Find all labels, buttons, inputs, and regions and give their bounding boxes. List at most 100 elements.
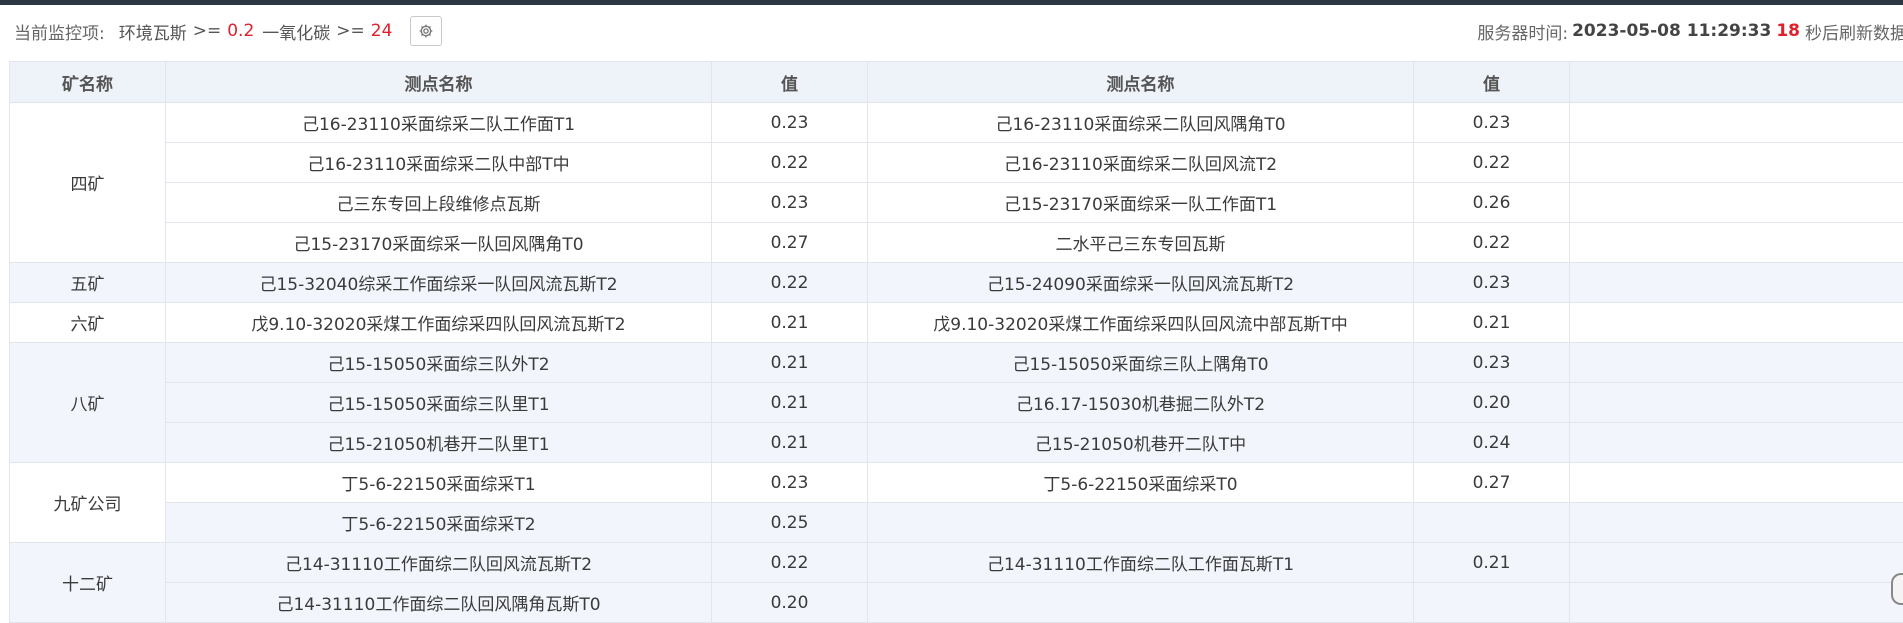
value-cell: 0.21 xyxy=(711,382,868,423)
overflow-cell xyxy=(1569,182,1903,223)
monitor-table-container[interactable]: 矿名称 测点名称 值 测点名称 值 四矿 己16-23110采面综采二队工作面T… xyxy=(9,61,1903,623)
value-cell: 0.23 xyxy=(1413,342,1570,383)
value-cell: 0.23 xyxy=(1413,262,1570,303)
point-name-cell: 己15-24090采面综采一队回风流瓦斯T2 xyxy=(867,262,1414,303)
value-cell: 0.22 xyxy=(711,542,868,583)
point-name-cell: 戊9.10-32020采煤工作面综采四队回风流瓦斯T2 xyxy=(165,302,712,343)
value-cell xyxy=(1413,582,1570,623)
point-name-cell: 己15-23170采面综采一队工作面T1 xyxy=(867,182,1414,223)
monitor-item-co-operator: >= xyxy=(336,21,365,41)
value-cell: 0.24 xyxy=(1413,422,1570,463)
point-name-cell: 丁5-6-22150采面综采T2 xyxy=(165,502,712,543)
settings-button[interactable] xyxy=(410,16,443,46)
monitor-item-gas-name: 环境瓦斯 xyxy=(118,23,187,44)
table-row: 四矿 己16-23110采面综采二队工作面T1 0.23 己16-23110采面… xyxy=(9,102,1903,263)
point-name-cell xyxy=(867,582,1414,623)
overflow-cell xyxy=(1569,142,1903,183)
value-cell: 0.25 xyxy=(711,502,868,543)
overflow-cell xyxy=(1569,342,1903,383)
value-cell: 0.21 xyxy=(711,422,868,463)
mine-name-cell: 五矿 xyxy=(9,262,166,303)
overflow-cell xyxy=(1569,262,1903,303)
monitor-item-gas-threshold: 0.2 xyxy=(227,21,255,41)
monitor-item-co-threshold: 24 xyxy=(370,21,393,41)
value-cell: 0.22 xyxy=(1413,142,1570,183)
point-name-cell: 己16-23110采面综采二队中部T中 xyxy=(165,142,712,183)
mine-name-cell: 十二矿 xyxy=(9,542,166,623)
value-cell: 0.21 xyxy=(711,302,868,343)
refresh-countdown: 18 xyxy=(1776,21,1800,41)
value-cell: 0.23 xyxy=(711,462,868,503)
value-cell: 0.22 xyxy=(711,262,868,303)
point-name-cell: 己15-15050采面综三队里T1 xyxy=(165,382,712,423)
point-name-cell: 己15-21050机巷开二队T中 xyxy=(867,422,1414,463)
monitor-table: 矿名称 测点名称 值 测点名称 值 四矿 己16-23110采面综采二队工作面T… xyxy=(9,61,1903,623)
column-header-point-name-1: 测点名称 xyxy=(165,61,712,103)
value-cell: 0.27 xyxy=(711,222,868,263)
column-header-mine: 矿名称 xyxy=(9,61,166,103)
table-row: 六矿 戊9.10-32020采煤工作面综采四队回风流瓦斯T2 0.21 戊9.1… xyxy=(9,302,1903,343)
overflow-cell xyxy=(1569,422,1903,463)
value-cell: 0.23 xyxy=(711,102,868,143)
point-name-cell: 戊9.10-32020采煤工作面综采四队回风流中部瓦斯T中 xyxy=(867,302,1414,343)
table-row: 丁5-6-22150采面综采T2 0.25 xyxy=(10,502,1903,543)
table-row: 己14-31110工作面综二队回风隅角瓦斯T0 0.20 xyxy=(10,582,1903,623)
value-cell: 0.21 xyxy=(1413,302,1570,343)
monitor-items: 当前监控项: 环境瓦斯 >= 0.2 一氧化碳 >= 24 xyxy=(14,5,443,57)
value-cell: 0.20 xyxy=(1413,382,1570,423)
point-name-cell: 己16-23110采面综采二队回风隅角T0 xyxy=(867,102,1414,143)
overflow-cell xyxy=(1569,222,1903,263)
mine-name-cell: 九矿公司 xyxy=(9,462,166,543)
overflow-cell xyxy=(1569,502,1903,543)
point-name-cell: 己15-15050采面综三队外T2 xyxy=(165,342,712,383)
gear-icon xyxy=(420,24,433,38)
point-name-cell: 己15-23170采面综采一队回风隅角T0 xyxy=(165,222,712,263)
overflow-cell xyxy=(1569,582,1903,623)
overflow-cell xyxy=(1569,102,1903,143)
table-row: 己16-23110采面综采二队中部T中 0.22 己16-23110采面综采二队… xyxy=(10,142,1903,183)
column-header-value-1: 值 xyxy=(711,61,868,103)
table-row: 八矿 己15-15050采面综三队外T2 0.21 己15-15050采面综三队… xyxy=(9,342,1903,463)
value-cell: 0.22 xyxy=(1413,222,1570,263)
column-header-point-name-2: 测点名称 xyxy=(867,61,1414,103)
column-header-overflow xyxy=(1569,61,1903,103)
mine-name-cell: 六矿 xyxy=(9,302,166,343)
point-name-cell: 己14-31110工作面综二队回风流瓦斯T2 xyxy=(165,542,712,583)
point-name-cell: 己16-23110采面综采二队回风流T2 xyxy=(867,142,1414,183)
monitor-item-gas-operator: >= xyxy=(192,21,222,41)
point-name-cell: 己14-31110工作面综二队工作面瓦斯T1 xyxy=(867,542,1414,583)
scroll-handle[interactable] xyxy=(1891,573,1903,605)
point-name-cell: 己16-23110采面综采二队工作面T1 xyxy=(165,102,712,143)
point-name-cell: 己15-15050采面综三队上隅角T0 xyxy=(867,342,1414,383)
server-time-label: 服务器时间: xyxy=(1477,23,1569,44)
overflow-cell xyxy=(1569,542,1903,583)
overflow-cell xyxy=(1569,462,1903,503)
table-row: 五矿 己15-32040综采工作面综采一队回风流瓦斯T2 0.22 己15-24… xyxy=(9,262,1903,303)
table-row: 己三东专回上段维修点瓦斯 0.23 己15-23170采面综采一队工作面T1 0… xyxy=(10,182,1903,223)
point-name-cell: 己三东专回上段维修点瓦斯 xyxy=(165,182,712,223)
table-header-row: 矿名称 测点名称 值 测点名称 值 xyxy=(9,61,1903,103)
monitor-label: 当前监控项: xyxy=(14,23,105,44)
value-cell: 0.23 xyxy=(711,182,868,223)
table-row: 己15-23170采面综采一队回风隅角T0 0.27 二水平己三东专回瓦斯 0.… xyxy=(10,222,1903,263)
value-cell: 0.27 xyxy=(1413,462,1570,503)
refresh-text: 秒后刷新数据 xyxy=(1805,23,1903,44)
mine-name-cell: 四矿 xyxy=(9,102,166,263)
column-header-value-2: 值 xyxy=(1413,61,1570,103)
header-bar: 当前监控项: 环境瓦斯 >= 0.2 一氧化碳 >= 24 服务器时间: 202… xyxy=(0,5,1903,57)
point-name-cell: 己15-32040综采工作面综采一队回风流瓦斯T2 xyxy=(165,262,712,303)
point-name-cell: 丁5-6-22150采面综采T1 xyxy=(165,462,712,503)
point-name-cell: 己14-31110工作面综二队回风隅角瓦斯T0 xyxy=(165,582,712,623)
value-cell: 0.23 xyxy=(1413,102,1570,143)
mine-name-cell: 八矿 xyxy=(9,342,166,463)
monitor-item-co-name: 一氧化碳 xyxy=(262,23,331,44)
server-time-info: 服务器时间: 2023-05-08 11:29:33 18 秒后刷新数据 xyxy=(1477,5,1903,57)
value-cell xyxy=(1413,502,1570,543)
table-row: 己15-15050采面综三队里T1 0.21 己16.17-15030机巷掘二队… xyxy=(10,382,1903,423)
value-cell: 0.20 xyxy=(711,582,868,623)
point-name-cell xyxy=(867,502,1414,543)
value-cell: 0.26 xyxy=(1413,182,1570,223)
point-name-cell: 己16.17-15030机巷掘二队外T2 xyxy=(867,382,1414,423)
overflow-cell xyxy=(1569,382,1903,423)
server-time-value: 2023-05-08 11:29:33 xyxy=(1572,21,1772,41)
